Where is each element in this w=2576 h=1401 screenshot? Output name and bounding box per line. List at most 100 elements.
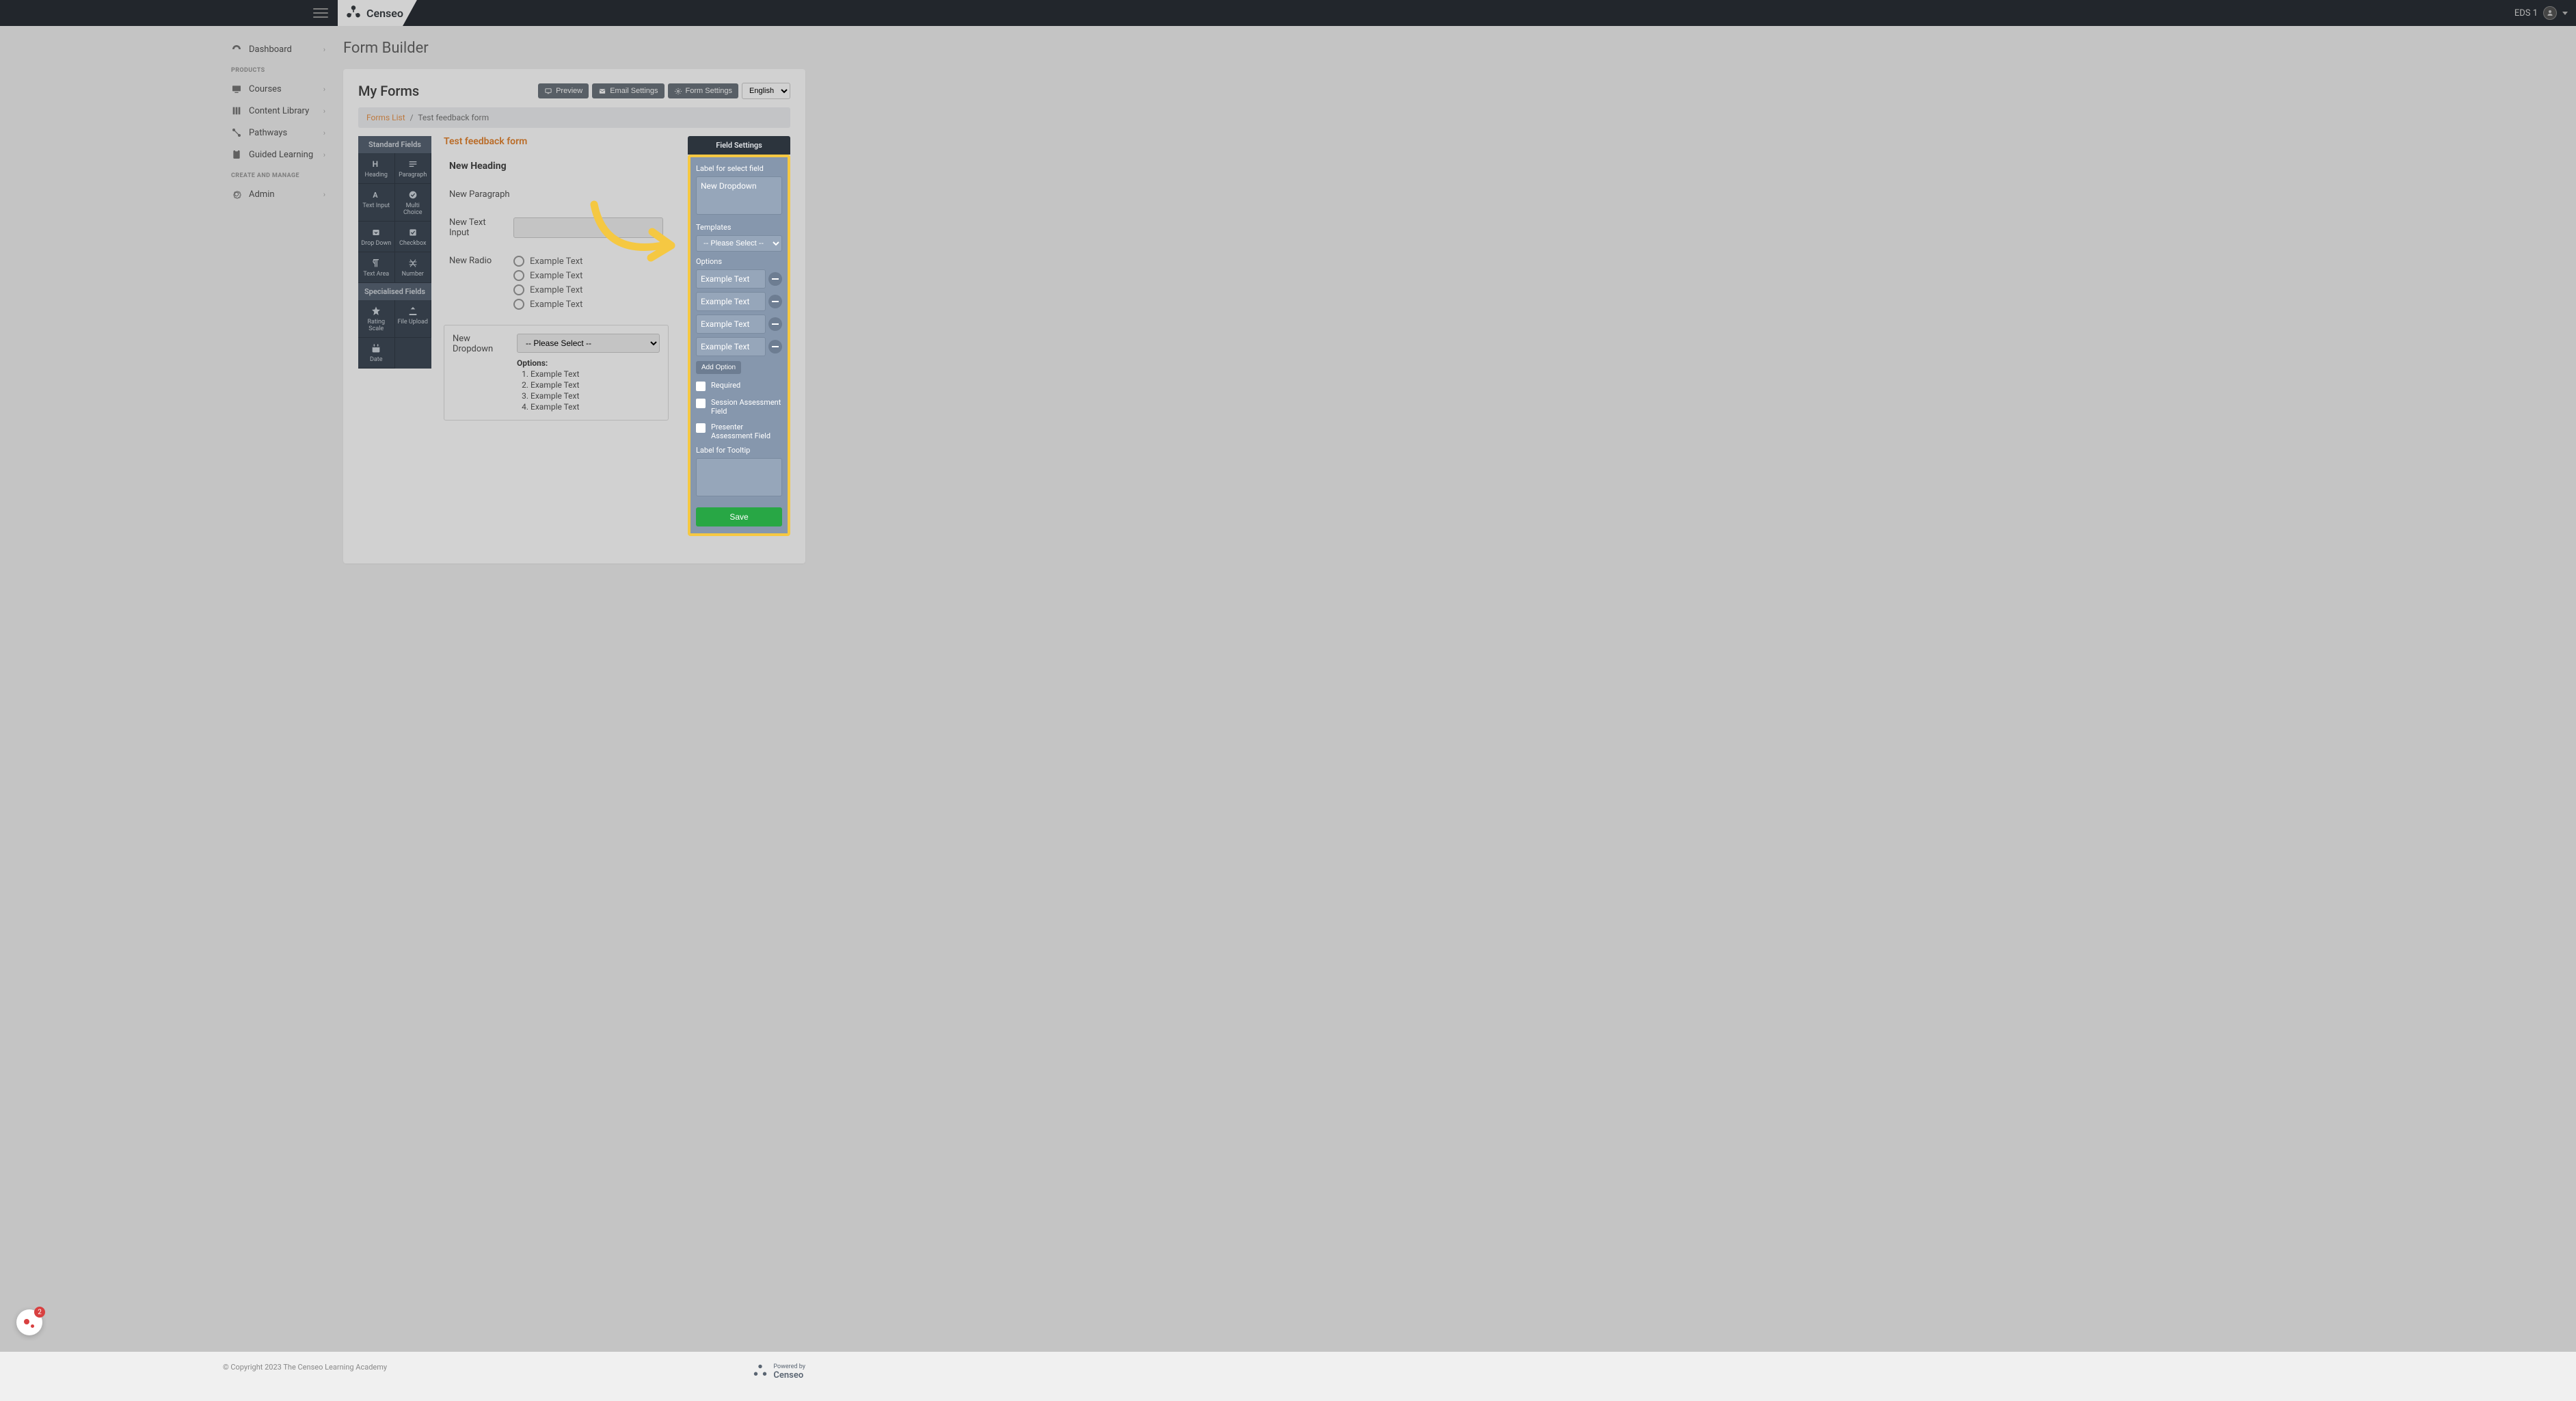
monitor-icon (544, 88, 552, 95)
gear-icon (231, 189, 242, 200)
presenter-assessment-checkbox-row[interactable]: Presenter Assessment Field (696, 423, 782, 440)
copyright-text: © Copyright 2023 The Censeo Learning Aca… (223, 1363, 387, 1372)
remove-option-button[interactable] (768, 295, 782, 308)
sidebar-item-admin[interactable]: Admin › (223, 183, 334, 205)
field-heading[interactable]: New Heading (444, 158, 669, 174)
palette-paragraph[interactable]: Paragraph (395, 153, 432, 184)
powered-by-brand: Censeo (773, 1370, 805, 1380)
star-icon (370, 306, 382, 317)
paragraph-text: New Paragraph (449, 189, 663, 200)
radio-option[interactable]: Example Text (513, 284, 582, 295)
sidebar-label: Content Library (249, 106, 309, 116)
help-dot-icon (31, 1324, 34, 1328)
remove-option-button[interactable] (768, 272, 782, 286)
logo-text: Censeo (366, 7, 403, 20)
multi-choice-icon (407, 189, 419, 200)
option-input[interactable] (696, 269, 766, 289)
footer: © Copyright 2023 The Censeo Learning Aca… (223, 1352, 805, 1401)
palette-label: Rating Scale (367, 319, 385, 332)
palette-text-input[interactable]: A Text Input (358, 184, 395, 222)
powered-by: Powered by Censeo (751, 1363, 805, 1380)
breadcrumb-link[interactable]: Forms List (366, 113, 405, 122)
palette-text-area[interactable]: Text Area (358, 252, 395, 283)
gear-icon (674, 88, 682, 95)
sidebar-label: Pathways (249, 128, 287, 138)
courses-icon (231, 83, 242, 94)
logo[interactable]: Censeo (338, 0, 417, 26)
option-row (696, 269, 782, 289)
menu-toggle[interactable] (313, 8, 328, 18)
language-select[interactable]: English (742, 83, 790, 99)
session-assessment-checkbox-row[interactable]: Session Assessment Field (696, 398, 782, 416)
pathways-icon (231, 127, 242, 138)
preview-button[interactable]: Preview (538, 83, 589, 98)
settings-tab[interactable]: Field Settings (688, 136, 790, 155)
dropdown-select[interactable]: -- Please Select -- (517, 334, 660, 353)
form-settings-button[interactable]: Form Settings (668, 83, 738, 98)
templates-select[interactable]: -- Please Select -- (696, 235, 782, 252)
palette-label: Heading (365, 172, 388, 178)
field-label: New Radio (449, 256, 505, 266)
add-option-button[interactable]: Add Option (696, 361, 741, 374)
templates-title: Templates (696, 223, 782, 232)
option-input[interactable] (696, 292, 766, 311)
palette-date[interactable]: Date (358, 338, 395, 369)
sidebar: Dashboard › PRODUCTS Courses › Content L… (223, 26, 334, 1352)
remove-option-button[interactable] (768, 340, 782, 353)
sidebar-item-guided-learning[interactable]: Guided Learning › (223, 144, 334, 165)
email-settings-button[interactable]: Email Settings (592, 83, 664, 98)
field-text-input[interactable]: New Text Input (444, 215, 669, 241)
radio-icon (513, 256, 524, 267)
option-input[interactable] (696, 315, 766, 334)
sidebar-item-pathways[interactable]: Pathways › (223, 122, 334, 144)
palette-label: Paragraph (399, 172, 427, 178)
help-widget[interactable]: 2 (16, 1309, 42, 1335)
palette-standard-header: Standard Fields (358, 136, 431, 153)
sidebar-label: Courses (249, 84, 282, 94)
text-input-icon: A (370, 189, 382, 200)
help-dot-icon (24, 1319, 29, 1324)
field-dropdown-selected[interactable]: New Dropdown -- Please Select -- Options… (444, 325, 669, 421)
option-input[interactable] (696, 337, 766, 356)
tooltip-title: Label for Tooltip (696, 446, 782, 455)
field-paragraph[interactable]: New Paragraph (444, 187, 669, 202)
card-title: My Forms (358, 83, 419, 99)
radio-option[interactable]: Example Text (513, 299, 582, 310)
field-radio[interactable]: New Radio Example Text Example Text Exam… (444, 253, 669, 312)
envelope-icon (598, 88, 606, 95)
option-item: Example Text (531, 380, 660, 390)
remove-option-button[interactable] (768, 317, 782, 331)
option-item: Example Text (531, 369, 660, 379)
sidebar-item-dashboard[interactable]: Dashboard › (223, 38, 334, 60)
palette-drop-down[interactable]: Drop Down (358, 222, 395, 252)
palette-label: Drop Down (361, 240, 391, 247)
save-button[interactable]: Save (696, 507, 782, 526)
palette-rating-scale[interactable]: Rating Scale (358, 300, 395, 338)
tooltip-input[interactable] (696, 458, 782, 496)
checkbox-icon (696, 382, 706, 391)
chevron-right-icon: › (323, 107, 325, 116)
field-label: New Dropdown (453, 334, 509, 354)
options-list: Example Text Example Text Example Text E… (531, 369, 660, 412)
required-checkbox-row[interactable]: Required (696, 381, 782, 391)
radio-option[interactable]: Example Text (513, 270, 582, 281)
palette-multi-choice[interactable]: Multi Choice (395, 184, 432, 222)
sidebar-item-courses[interactable]: Courses › (223, 78, 334, 100)
radio-icon (513, 284, 524, 295)
sidebar-item-content-library[interactable]: Content Library › (223, 100, 334, 122)
palette-file-upload[interactable]: File Upload (395, 300, 432, 338)
palette-heading[interactable]: H Heading (358, 153, 395, 184)
text-input[interactable] (513, 217, 663, 238)
chevron-down-icon (2562, 12, 2568, 15)
radio-option[interactable]: Example Text (513, 256, 582, 267)
user-menu[interactable]: EDS 1 (2514, 6, 2568, 20)
field-palette: Standard Fields H Heading Paragraph (358, 136, 431, 536)
palette-number[interactable]: Number (395, 252, 432, 283)
minus-icon (772, 301, 779, 302)
label-input[interactable] (696, 176, 782, 215)
breadcrumb-separator: / (410, 113, 414, 122)
radio-label: Example Text (530, 256, 582, 267)
palette-checkbox[interactable]: Checkbox (395, 222, 432, 252)
label-field-title: Label for select field (696, 164, 782, 173)
option-item: Example Text (531, 402, 660, 412)
